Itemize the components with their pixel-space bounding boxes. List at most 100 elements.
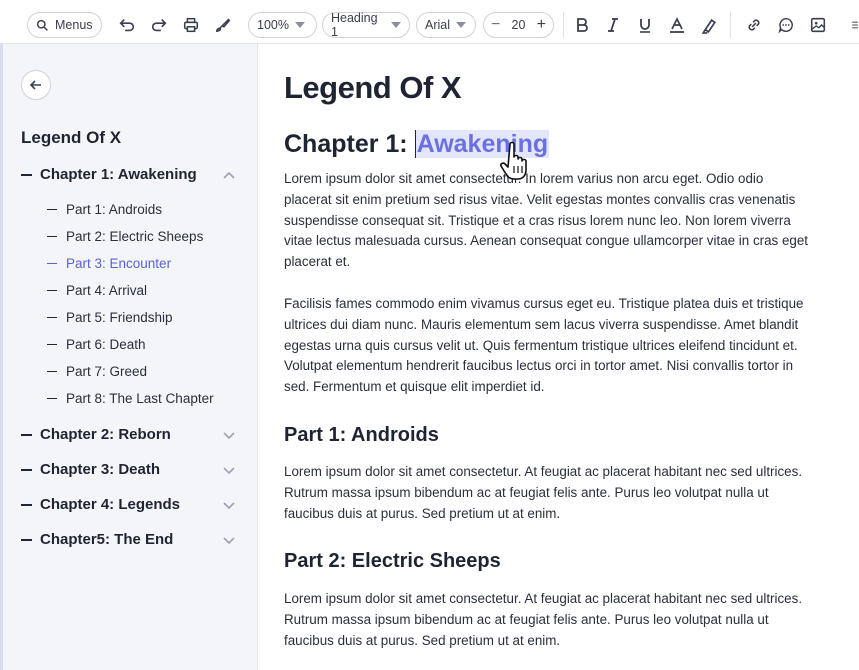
- part-label: Part 2: Electric Sheeps: [66, 229, 204, 244]
- divider: [563, 12, 564, 38]
- minus-icon[interactable]: −: [491, 16, 500, 34]
- chevron-down-icon[interactable]: [221, 532, 237, 548]
- dash-marker: [47, 316, 57, 319]
- search-icon: [36, 19, 48, 31]
- link-icon: [748, 19, 760, 31]
- paragraph-1[interactable]: Lorem ipsum dolor sit amet consectetur. …: [284, 169, 812, 273]
- paragraph-2[interactable]: Facilisis fames commodo enim vivamus cur…: [284, 294, 812, 398]
- redo-button[interactable]: [146, 12, 172, 38]
- text-color-button[interactable]: [664, 12, 690, 38]
- part-label: Part 4: Arrival: [66, 283, 148, 298]
- chevron-down-icon: [456, 22, 467, 28]
- bold-button[interactable]: [569, 12, 595, 38]
- part-label: Part 3: Encounter: [66, 256, 172, 271]
- part-label: Part 5: Friendship: [66, 310, 173, 325]
- sidebar-part-4[interactable]: Part 4: Arrival: [47, 283, 147, 298]
- sidebar-part-8[interactable]: Part 8: The Last Chapter: [47, 391, 214, 406]
- sidebar-part-3[interactable]: Part 3: Encounter: [47, 256, 171, 271]
- plus-icon[interactable]: +: [537, 16, 546, 34]
- hand-cursor-icon: [500, 141, 527, 180]
- chevron-down-icon[interactable]: [221, 497, 237, 513]
- sidebar-part-5[interactable]: Part 5: Friendship: [47, 310, 173, 325]
- part-label: Part 7: Greed: [66, 364, 148, 379]
- dash-marker: [47, 370, 57, 373]
- paint-format-button[interactable]: [210, 12, 236, 38]
- redo-icon: [151, 19, 167, 32]
- dash-marker: [47, 208, 57, 211]
- dash-marker: [21, 433, 32, 436]
- dash-marker: [21, 173, 32, 176]
- italic-icon: [608, 18, 618, 32]
- sidebar-chapter-1[interactable]: Chapter 1: Awakening: [21, 166, 197, 183]
- image-button[interactable]: [805, 12, 831, 38]
- highlight-button[interactable]: [696, 12, 722, 38]
- sidebar-chapter-5[interactable]: Chapter5: The End: [21, 531, 173, 548]
- highlight-icon: [701, 18, 716, 34]
- undo-icon: [119, 19, 135, 32]
- chevron-up-icon[interactable]: [221, 167, 237, 183]
- paint-format-icon: [216, 18, 231, 32]
- chapter-label: Chapter 1: Awakening: [40, 166, 197, 183]
- font-select[interactable]: Arial: [416, 12, 476, 38]
- arrow-left-icon: [29, 80, 41, 90]
- style-value: Heading 1: [331, 11, 378, 39]
- zoom-select[interactable]: 100%: [248, 12, 317, 38]
- style-select[interactable]: Heading 1: [322, 11, 410, 39]
- dash-marker: [47, 289, 57, 292]
- chevron-down-icon: [391, 22, 401, 28]
- bold-icon: [577, 18, 588, 32]
- chevron-down-icon[interactable]: [221, 462, 237, 478]
- dash-marker: [47, 262, 57, 265]
- dash-marker: [21, 468, 32, 471]
- underline-button[interactable]: [632, 12, 658, 38]
- part-2-paragraph[interactable]: Lorem ipsum dolor sit amet consectetur. …: [284, 589, 812, 651]
- back-button[interactable]: [21, 70, 51, 100]
- print-icon: [183, 17, 199, 33]
- print-button[interactable]: [178, 12, 204, 38]
- more-icon: [852, 21, 858, 29]
- menus-button[interactable]: Menus: [27, 12, 102, 38]
- comment-icon: [778, 17, 793, 34]
- part-1-paragraph[interactable]: Lorem ipsum dolor sit amet consectetur. …: [284, 462, 812, 524]
- part-label: Part 8: The Last Chapter: [66, 391, 214, 406]
- sidebar-chapter-3[interactable]: Chapter 3: Death: [21, 461, 160, 478]
- text-color-icon: [670, 17, 684, 33]
- part-2-heading[interactable]: Part 2: Electric Sheeps: [284, 550, 501, 573]
- sidebar-part-6[interactable]: Part 6: Death: [47, 337, 146, 352]
- sidebar-part-7[interactable]: Part 7: Greed: [47, 364, 147, 379]
- font-size-value: 20: [511, 18, 526, 32]
- part-label: Part 1: Androids: [66, 202, 163, 217]
- comment-button[interactable]: [773, 12, 799, 38]
- sidebar-edge: [0, 44, 3, 670]
- italic-button[interactable]: [600, 12, 626, 38]
- chevron-down-icon[interactable]: [221, 427, 237, 443]
- dash-marker: [21, 503, 32, 506]
- part-1-heading[interactable]: Part 1: Androids: [284, 424, 439, 447]
- sidebar-part-2[interactable]: Part 2: Electric Sheeps: [47, 229, 203, 244]
- toolbar: Menus 100% Heading 1 Arial − 20 +: [0, 0, 859, 44]
- more-button[interactable]: [850, 12, 859, 38]
- font-size-stepper[interactable]: − 20 +: [483, 12, 554, 38]
- dash-marker: [47, 397, 57, 400]
- divider: [730, 12, 731, 38]
- chapter-label: Chapter 2: Reborn: [40, 426, 171, 443]
- dash-marker: [47, 235, 57, 238]
- sidebar-part-1[interactable]: Part 1: Androids: [47, 202, 162, 217]
- undo-button[interactable]: [114, 12, 140, 38]
- chapter-label: Chapter5: The End: [40, 531, 174, 548]
- part-label: Part 6: Death: [66, 337, 146, 352]
- dash-marker: [47, 343, 57, 346]
- image-icon: [810, 17, 826, 33]
- sidebar-chapter-4[interactable]: Chapter 4: Legends: [21, 496, 180, 513]
- dash-marker: [21, 538, 32, 541]
- menus-label: Menus: [55, 18, 93, 32]
- sidebar-chapter-2[interactable]: Chapter 2: Reborn: [21, 426, 171, 443]
- underline-icon: [640, 19, 650, 33]
- zoom-value: 100%: [257, 18, 289, 32]
- link-button[interactable]: [741, 12, 767, 38]
- chevron-down-icon: [294, 22, 305, 28]
- chapter-heading-prefix: Chapter 1:: [284, 130, 415, 158]
- chapter-label: Chapter 4: Legends: [40, 496, 181, 513]
- document-title[interactable]: Legend Of X: [284, 70, 462, 106]
- outline-title: Legend Of X: [21, 128, 122, 147]
